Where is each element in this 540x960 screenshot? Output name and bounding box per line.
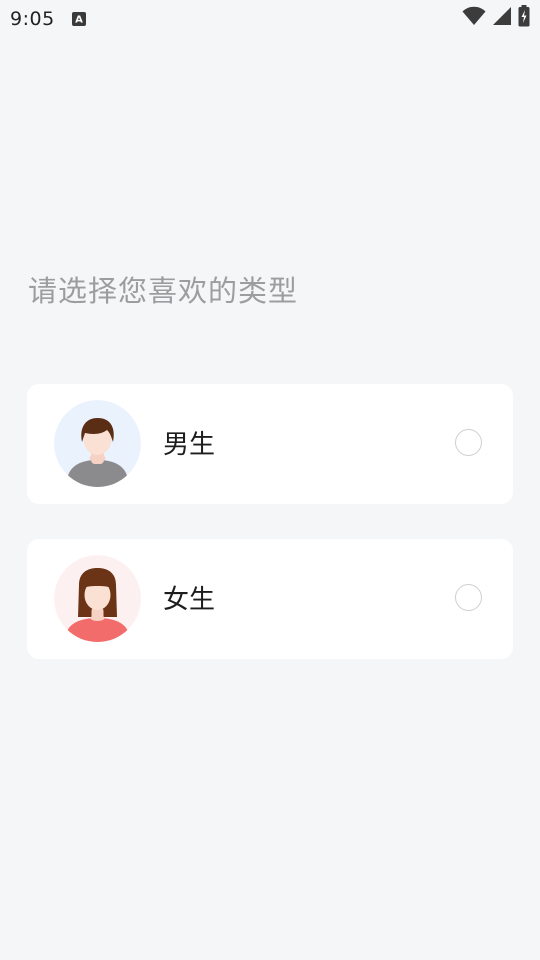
option-female-card[interactable]: 女生 — [27, 539, 513, 659]
female-avatar-icon — [54, 555, 141, 642]
option-male-radio[interactable] — [455, 429, 482, 456]
cell-signal-icon — [492, 6, 512, 30]
status-time: 9:05 — [10, 8, 55, 30]
option-male-card[interactable]: 男生 — [27, 384, 513, 504]
battery-charging-icon — [518, 5, 530, 31]
option-female-radio[interactable] — [455, 584, 482, 611]
system-icons — [462, 5, 530, 31]
male-avatar-icon — [54, 400, 141, 487]
option-male-label: 男生 — [163, 430, 216, 460]
page-title: 请选择您喜欢的类型 — [28, 274, 299, 308]
svg-text:A: A — [75, 15, 83, 26]
status-bar: 9:05 A — [0, 0, 540, 38]
wifi-icon — [462, 6, 486, 30]
option-female-label: 女生 — [163, 585, 216, 615]
font-a-icon: A — [72, 11, 86, 26]
